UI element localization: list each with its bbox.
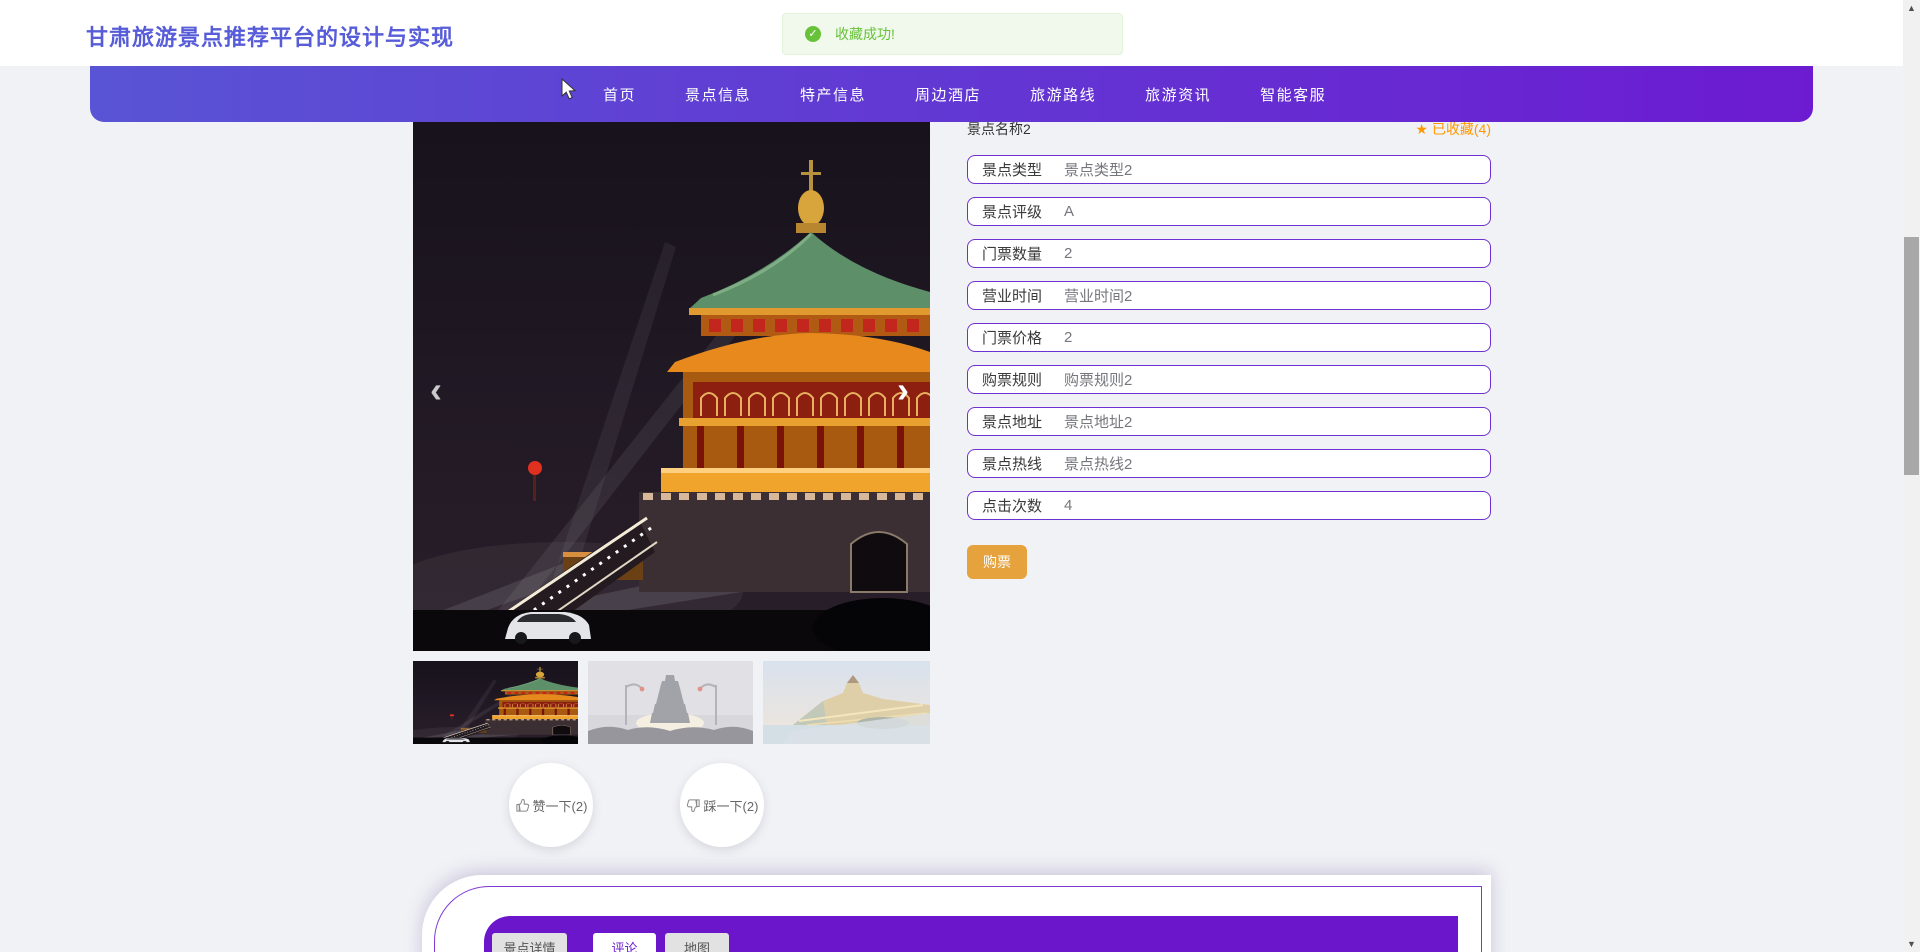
buy-ticket-button[interactable]: 购票 [967, 545, 1027, 579]
attraction-name: 景点名称2 [967, 119, 1031, 139]
field-label: 景点评级 [982, 201, 1064, 222]
page-scrollbar[interactable]: ▲ ▼ [1903, 0, 1920, 952]
dislike-label: 踩一下(2) [704, 796, 759, 815]
carousel-prev-icon[interactable]: ‹ [418, 368, 454, 412]
like-button[interactable]: 赞一下(2) [509, 763, 593, 847]
thumb-down-icon [686, 798, 701, 813]
field-label: 购票规则 [982, 369, 1064, 390]
detail-section-card: 景点详情 评论 地图 [422, 875, 1491, 952]
thumb-up-icon [515, 798, 530, 813]
check-circle-icon: ✓ [805, 26, 821, 42]
nav-item-home[interactable]: 首页 [603, 84, 636, 105]
field-hotline: 景点热线 景点热线2 [967, 449, 1491, 478]
field-label: 景点热线 [982, 453, 1064, 474]
field-price: 门票价格 2 [967, 323, 1491, 352]
field-value: A [1064, 203, 1074, 220]
field-value: 营业时间2 [1064, 285, 1132, 306]
field-hours: 营业时间 营业时间2 [967, 281, 1491, 310]
field-label: 门票数量 [982, 243, 1064, 264]
nav-item-news[interactable]: 旅游资讯 [1145, 84, 1211, 105]
carousel-thumbnail-3[interactable] [763, 661, 930, 744]
field-label: 门票价格 [982, 327, 1064, 348]
field-rating: 景点评级 A [967, 197, 1491, 226]
field-label: 营业时间 [982, 285, 1064, 306]
tab-attraction-detail[interactable]: 景点详情 [492, 933, 567, 952]
main-nav: 首页 景点信息 特产信息 周边酒店 旅游路线 旅游资讯 智能客服 [90, 66, 1813, 122]
site-title: 甘肃旅游景点推荐平台的设计与实现 [86, 20, 454, 52]
field-type: 景点类型 景点类型2 [967, 155, 1491, 184]
star-icon: ★ [1415, 121, 1428, 137]
favorite-label: 已收藏(4) [1432, 121, 1491, 137]
tab-comments[interactable]: 评论 [593, 933, 656, 952]
field-value: 2 [1064, 245, 1072, 262]
success-toast: ✓ 收藏成功! [782, 13, 1123, 55]
attraction-photo-carousel [413, 122, 930, 651]
favorite-toggle[interactable]: ★ 已收藏(4) [1415, 119, 1491, 139]
field-clicks: 点击次数 4 [967, 491, 1491, 520]
carousel-thumbnail-2[interactable] [588, 661, 753, 744]
field-ticket-count: 门票数量 2 [967, 239, 1491, 268]
field-rules: 购票规则 购票规则2 [967, 365, 1491, 394]
field-value: 购票规则2 [1064, 369, 1132, 390]
detail-tab-bar: 景点详情 评论 地图 [484, 916, 1458, 952]
nav-item-service[interactable]: 智能客服 [1260, 84, 1326, 105]
scroll-down-icon[interactable]: ▼ [1903, 936, 1920, 952]
field-value: 2 [1064, 329, 1072, 346]
like-label: 赞一下(2) [533, 796, 588, 815]
nav-item-attractions[interactable]: 景点信息 [685, 84, 751, 105]
field-label: 景点地址 [982, 411, 1064, 432]
field-label: 点击次数 [982, 495, 1064, 516]
toast-message: 收藏成功! [835, 24, 895, 44]
scrollbar-thumb[interactable] [1904, 237, 1919, 475]
nav-item-specialties[interactable]: 特产信息 [800, 84, 866, 105]
field-value: 4 [1064, 497, 1072, 514]
dislike-button[interactable]: 踩一下(2) [680, 763, 764, 847]
scroll-up-icon[interactable]: ▲ [1903, 0, 1920, 16]
field-label: 景点类型 [982, 159, 1064, 180]
field-value: 景点热线2 [1064, 453, 1132, 474]
tab-map[interactable]: 地图 [665, 933, 729, 952]
carousel-next-icon[interactable]: › [885, 368, 921, 412]
field-value: 景点地址2 [1064, 411, 1132, 432]
field-value: 景点类型2 [1064, 159, 1132, 180]
field-address: 景点地址 景点地址2 [967, 407, 1491, 436]
page: 甘肃旅游景点推荐平台的设计与实现 ✓ 收藏成功! 12 ▼ 首页 景点信息 特产… [0, 0, 1920, 952]
carousel-thumbnail-1[interactable] [413, 661, 578, 744]
nav-item-routes[interactable]: 旅游路线 [1030, 84, 1096, 105]
nav-item-hotels[interactable]: 周边酒店 [915, 84, 981, 105]
